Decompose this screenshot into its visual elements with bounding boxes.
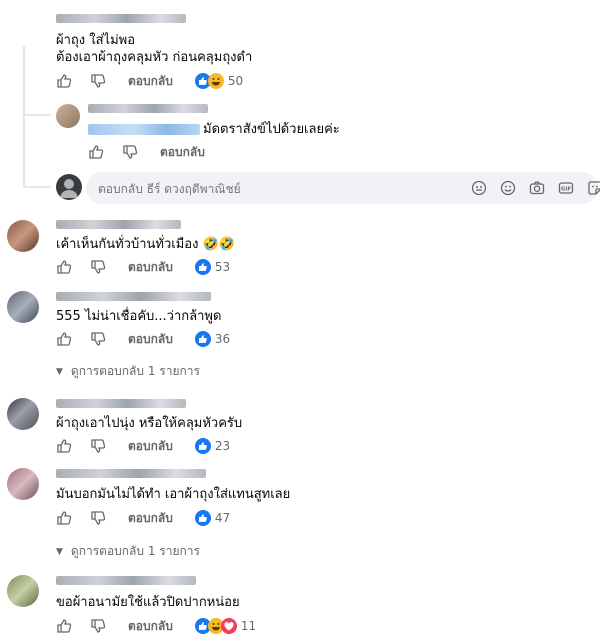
comment-text: มันบอกมันไม่ได้ทำ เอาผ้าถุงใส่แทนสูทเลย bbox=[56, 487, 291, 502]
comment-text: 555 ไม่น่าเชื่อคับ...ว่ากล้าพูด bbox=[56, 309, 222, 324]
thumbs-down-icon[interactable] bbox=[90, 510, 106, 526]
comment-actions: ตอบกลับ 36 bbox=[56, 330, 230, 348]
love-reaction-icon bbox=[220, 618, 237, 634]
thumbs-down-icon[interactable] bbox=[90, 618, 106, 634]
reply-actions: ตอบกลับ bbox=[88, 143, 227, 161]
reaction-summary[interactable]: 36 bbox=[194, 331, 231, 347]
chevron-down-icon: ▼ bbox=[56, 546, 63, 557]
reaction-count: 36 bbox=[214, 332, 231, 346]
like-reaction-icon bbox=[194, 438, 211, 454]
reaction-summary[interactable]: 23 bbox=[194, 438, 231, 454]
avatar[interactable] bbox=[7, 468, 39, 500]
view-replies-link[interactable]: ▼ ดูการตอบกลับ 1 รายการ bbox=[56, 362, 200, 381]
comment-text: ผ้าถุงเอาไปนุ่ง หรือให้คลุมหัวครับ bbox=[56, 416, 243, 431]
emoji-icon[interactable] bbox=[500, 180, 516, 196]
reply-input-box[interactable]: GIF bbox=[86, 172, 600, 204]
reaction-count: 23 bbox=[214, 439, 231, 453]
reply-input[interactable] bbox=[96, 181, 400, 197]
svg-text:GIF: GIF bbox=[561, 187, 572, 193]
reaction-count: 53 bbox=[214, 260, 231, 274]
comment-text: ผ้าถุง ใส่ไม่พอ bbox=[56, 33, 136, 48]
gif-icon[interactable]: GIF bbox=[558, 180, 574, 196]
mention-tag-blurred[interactable] bbox=[88, 124, 200, 135]
sticker-icon[interactable] bbox=[587, 180, 600, 196]
commenter-name-blurred[interactable] bbox=[56, 399, 186, 408]
reaction-count: 11 bbox=[240, 619, 257, 633]
chevron-down-icon: ▼ bbox=[56, 366, 63, 377]
input-connector bbox=[23, 186, 51, 188]
thumbs-up-icon[interactable] bbox=[56, 438, 72, 454]
like-reaction-icon bbox=[194, 259, 211, 275]
reply-button[interactable]: ตอบกลับ bbox=[160, 143, 205, 162]
comment-text: ขอผ้าอนามัยใช้แล้วปิดปากหน่อย bbox=[56, 595, 240, 610]
comment-actions: ตอบกลับ 53 bbox=[56, 258, 230, 276]
like-reaction-icon bbox=[194, 510, 211, 526]
reply-text: มัดตราสังข์ไปด้วยเลยค่ะ bbox=[203, 122, 340, 137]
commenter-name-blurred[interactable] bbox=[56, 220, 181, 229]
like-reaction-icon bbox=[194, 331, 211, 347]
avatar-sticker-icon[interactable] bbox=[471, 180, 487, 196]
thumbs-up-icon[interactable] bbox=[56, 259, 72, 275]
reply-button[interactable]: ตอบกลับ bbox=[128, 330, 173, 349]
comment-text: ต้องเอาผ้าถุงคลุมหัว ก่อนคลุมถุงดำ bbox=[56, 50, 253, 65]
thumbs-up-icon[interactable] bbox=[56, 73, 72, 89]
comment-actions: ตอบกลับ 50 bbox=[56, 72, 243, 90]
commenter-name-blurred[interactable] bbox=[56, 14, 186, 23]
comment-actions: ตอบกลับ 47 bbox=[56, 509, 230, 527]
thumbs-down-icon[interactable] bbox=[90, 73, 106, 89]
reaction-count: 47 bbox=[214, 511, 231, 525]
reply-connector bbox=[23, 114, 51, 116]
thread-line bbox=[23, 46, 25, 186]
view-replies-link[interactable]: ▼ ดูการตอบกลับ 1 รายการ bbox=[56, 542, 200, 561]
commenter-name-blurred[interactable] bbox=[56, 469, 206, 478]
laugh-reaction-icon bbox=[207, 73, 224, 89]
reply-button[interactable]: ตอบกลับ bbox=[128, 617, 173, 636]
thumbs-down-icon[interactable] bbox=[90, 331, 106, 347]
thumbs-up-icon[interactable] bbox=[56, 618, 72, 634]
avatar[interactable] bbox=[7, 220, 39, 252]
avatar[interactable] bbox=[7, 398, 39, 430]
view-replies-label: ดูการตอบกลับ 1 รายการ bbox=[70, 364, 200, 378]
thumbs-up-icon[interactable] bbox=[56, 510, 72, 526]
thumbs-up-icon[interactable] bbox=[88, 144, 104, 160]
thumbs-down-icon[interactable] bbox=[90, 259, 106, 275]
comment-actions: ตอบกลับ 11 bbox=[56, 617, 256, 635]
reply-button[interactable]: ตอบกลับ bbox=[128, 258, 173, 277]
comment-text: เค้าเห็นกันทั่วบ้านทั่วเมือง 🤣🤣 bbox=[56, 237, 235, 252]
avatar[interactable] bbox=[7, 14, 39, 46]
reply-button[interactable]: ตอบกลับ bbox=[128, 72, 173, 91]
view-replies-label: ดูการตอบกลับ 1 รายการ bbox=[70, 544, 200, 558]
reaction-count: 50 bbox=[227, 74, 244, 88]
reaction-summary[interactable]: 53 bbox=[194, 259, 231, 275]
composer-tools: GIF bbox=[471, 180, 600, 196]
commenter-name-blurred[interactable] bbox=[56, 292, 211, 301]
camera-icon[interactable] bbox=[529, 180, 545, 196]
reply-button[interactable]: ตอบกลับ bbox=[128, 509, 173, 528]
avatar-icon[interactable] bbox=[56, 174, 82, 200]
reply-button[interactable]: ตอบกลับ bbox=[128, 437, 173, 456]
reaction-summary[interactable]: 47 bbox=[194, 510, 231, 526]
comment-actions: ตอบกลับ 23 bbox=[56, 437, 230, 455]
reply-name-blurred[interactable] bbox=[88, 104, 208, 113]
reaction-summary[interactable]: 11 bbox=[194, 618, 257, 634]
thumbs-down-icon[interactable] bbox=[122, 144, 138, 160]
avatar[interactable] bbox=[7, 575, 39, 607]
reaction-summary[interactable]: 50 bbox=[194, 73, 244, 89]
thumbs-up-icon[interactable] bbox=[56, 331, 72, 347]
avatar[interactable] bbox=[7, 291, 39, 323]
thumbs-down-icon[interactable] bbox=[90, 438, 106, 454]
commenter-name-blurred[interactable] bbox=[56, 576, 196, 585]
avatar[interactable] bbox=[56, 104, 80, 128]
